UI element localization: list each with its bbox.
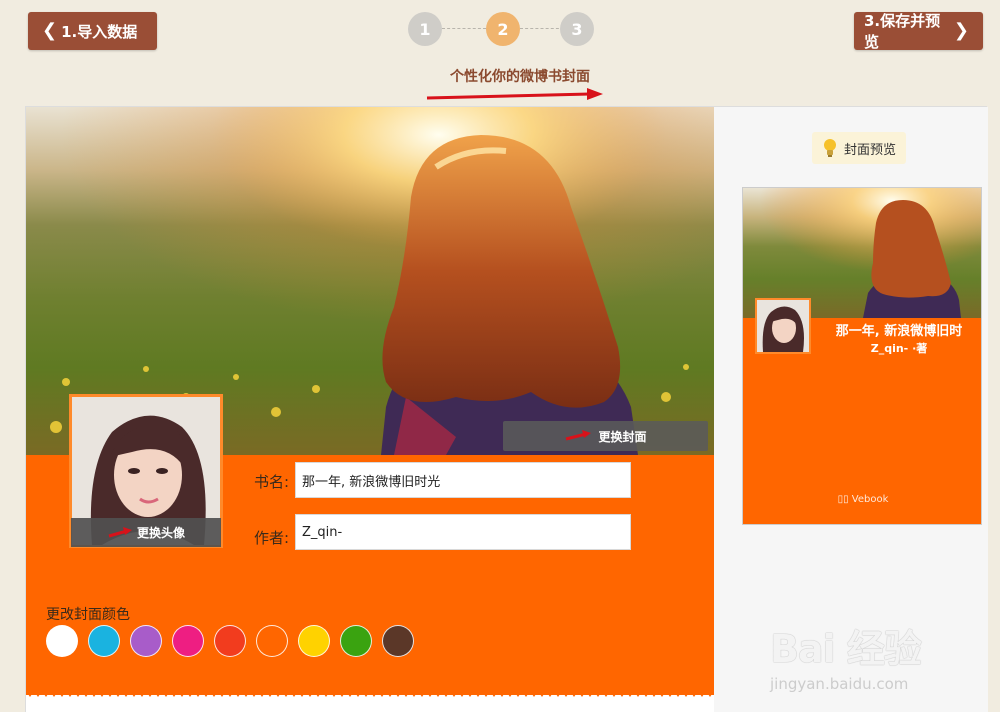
title-label: 书名: <box>254 473 290 491</box>
title-input[interactable] <box>295 462 631 498</box>
page-subtitle: 个性化你的微博书封面 <box>450 69 590 85</box>
preview-avatar-image <box>757 300 809 352</box>
change-cover-button[interactable]: 更换封面 <box>503 421 708 451</box>
watermark-logo: Bai 经验 <box>770 627 922 671</box>
watermark: Bai 经验 jingyan.baidu.com <box>770 618 980 698</box>
step-connector <box>442 28 486 29</box>
annotation-arrow-icon <box>108 526 132 537</box>
preview-author: Z_qin- ·著 <box>870 342 928 355</box>
color-swatch[interactable] <box>340 625 372 657</box>
next-step-button[interactable]: 3.保存并预览 ❯ <box>854 12 983 51</box>
color-swatch[interactable] <box>256 625 288 657</box>
color-swatch[interactable] <box>46 625 78 657</box>
preview-avatar <box>755 298 811 354</box>
next-step-label: 3.保存并预览 <box>864 12 941 51</box>
chevron-right-icon: ❯ <box>953 20 969 41</box>
preview-brand-label: Vebook <box>851 494 889 505</box>
change-avatar-label: 更换头像 <box>136 526 185 540</box>
cover-preview: 那一年, 新浪微博旧时 Z_qin- ·著 ▯▯ Vebook <box>742 187 982 525</box>
preview-tag-label: 封面预览 <box>843 142 896 158</box>
prev-step-button[interactable]: ❮ 1.导入数据 <box>28 12 157 50</box>
step-1[interactable]: 1 <box>408 12 442 46</box>
cover-editor: 更换封面 更换头像 书名: 作者: 更改封面颜色 <box>26 107 714 712</box>
color-swatch[interactable] <box>298 625 330 657</box>
zigzag-edge <box>26 685 714 697</box>
preview-brand: ▯▯ Vebook <box>743 494 981 505</box>
step-2[interactable]: 2 <box>486 12 520 46</box>
step-3[interactable]: 3 <box>560 12 594 46</box>
color-swatch[interactable] <box>382 625 414 657</box>
color-swatch[interactable] <box>130 625 162 657</box>
prev-step-label: 1.导入数据 <box>61 22 138 41</box>
book-icon: ▯▯ <box>837 494 849 505</box>
color-swatch[interactable] <box>214 625 246 657</box>
annotation-arrow-icon <box>426 88 603 100</box>
step-indicator: 1 2 3 <box>408 12 598 46</box>
color-swatch[interactable] <box>172 625 204 657</box>
author-input[interactable] <box>295 514 631 550</box>
step-connector <box>520 28 564 29</box>
author-label: 作者: <box>254 529 290 547</box>
preview-tag: 封面预览 <box>812 132 906 164</box>
watermark-url: jingyan.baidu.com <box>770 675 909 693</box>
color-swatch[interactable] <box>88 625 120 657</box>
preview-title: 那一年, 新浪微博旧时 <box>835 324 963 339</box>
annotation-arrow-icon <box>566 430 592 441</box>
chevron-left-icon: ❮ <box>42 20 58 41</box>
change-avatar-button[interactable]: 更换头像 <box>71 518 221 547</box>
lightbulb-icon <box>823 139 836 157</box>
change-cover-label: 更换封面 <box>598 429 647 444</box>
cover-color-label: 更改封面颜色 <box>46 607 130 623</box>
